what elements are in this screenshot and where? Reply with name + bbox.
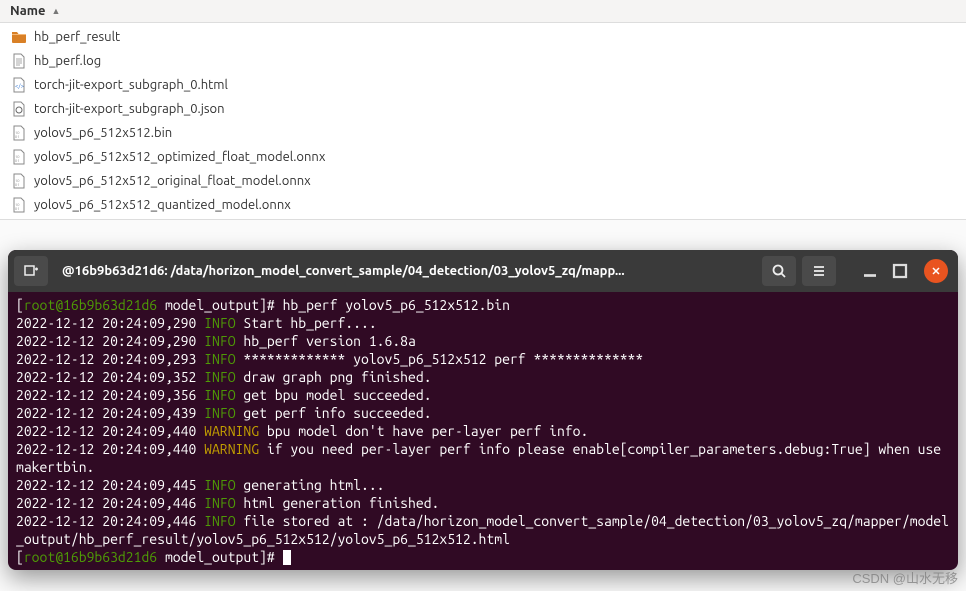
file-name-label: hb_perf_result (34, 30, 120, 44)
close-button[interactable] (924, 259, 948, 283)
file-row[interactable]: 1001 yolov5_p6_512x512_quantized_model.on… (0, 193, 966, 217)
file-name-label: yolov5_p6_512x512.bin (34, 126, 172, 140)
file-header-name[interactable]: Name ▲ (0, 0, 966, 23)
binary-icon: 1001 (10, 148, 28, 166)
svg-text:01: 01 (15, 134, 20, 139)
binary-icon: 1001 (10, 196, 28, 214)
maximize-button[interactable] (888, 259, 912, 283)
svg-text:01: 01 (15, 206, 20, 211)
file-browser: Name ▲ hb_perf_result hb_perf.log </> torch… (0, 0, 966, 220)
file-name-label: yolov5_p6_512x512_quantized_model.onnx (34, 198, 291, 212)
menu-button[interactable] (802, 256, 836, 286)
svg-text:</>: </> (15, 83, 25, 90)
file-name-label: yolov5_p6_512x512_optimized_float_model.… (34, 150, 325, 164)
watermark: CSDN @山水无移 (852, 568, 958, 587)
new-tab-button[interactable] (14, 256, 48, 286)
file-name-label: torch-jit-export_subgraph_0.html (34, 78, 228, 92)
file-name-label: torch-jit-export_subgraph_0.json (34, 102, 225, 116)
folder-icon (10, 28, 28, 46)
terminal-title: @16b9b63d21d6: /data/horizon_model_conve… (54, 264, 756, 278)
file-row[interactable]: 1001 yolov5_p6_512x512_optimized_float_mo… (0, 145, 966, 169)
svg-text:01: 01 (15, 158, 20, 163)
terminal-titlebar: @16b9b63d21d6: /data/horizon_model_conve… (8, 250, 958, 292)
minimize-button[interactable] (858, 259, 882, 283)
file-row[interactable]: 1001 yolov5_p6_512x512.bin (0, 121, 966, 145)
text-icon (10, 52, 28, 70)
file-row[interactable]: hb_perf_result (0, 25, 966, 49)
binary-icon: 1001 (10, 172, 28, 190)
json-icon (10, 100, 28, 118)
sort-indicator-icon: ▲ (51, 6, 60, 16)
terminal-body[interactable]: [root@16b9b63d21d6 model_output]# hb_per… (8, 292, 958, 570)
binary-icon: 1001 (10, 124, 28, 142)
file-list: hb_perf_result hb_perf.log </> torch-jit-ex… (0, 23, 966, 219)
column-header-label: Name (10, 4, 45, 18)
file-row[interactable]: </> torch-jit-export_subgraph_0.html (0, 73, 966, 97)
file-row[interactable]: hb_perf.log (0, 49, 966, 73)
html-icon: </> (10, 76, 28, 94)
file-name-label: yolov5_p6_512x512_original_float_model.o… (34, 174, 311, 188)
file-row[interactable]: torch-jit-export_subgraph_0.json (0, 97, 966, 121)
file-row[interactable]: 1001 yolov5_p6_512x512_original_float_mod… (0, 169, 966, 193)
terminal-window: @16b9b63d21d6: /data/horizon_model_conve… (8, 250, 958, 570)
file-name-label: hb_perf.log (34, 54, 101, 68)
svg-text:01: 01 (15, 182, 20, 187)
search-button[interactable] (762, 256, 796, 286)
